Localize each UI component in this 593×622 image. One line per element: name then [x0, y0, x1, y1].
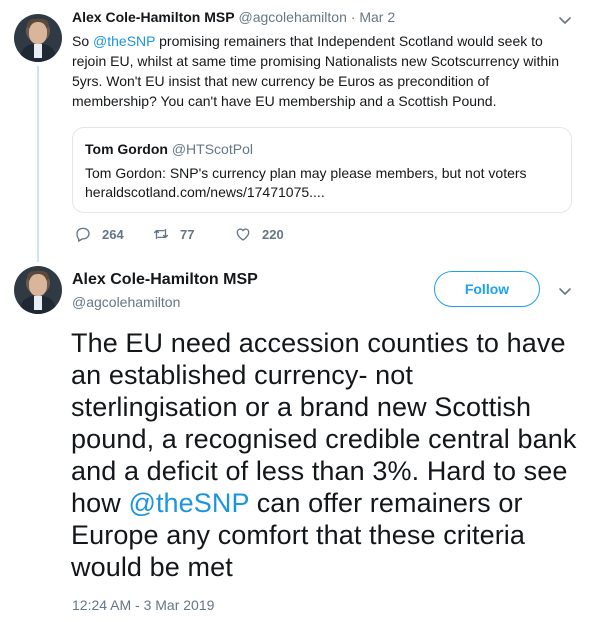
author-handle[interactable]: @agcolehamilton: [238, 9, 346, 25]
reply-count: 264: [102, 226, 124, 242]
reply-icon: [74, 225, 92, 243]
retweet-icon: [152, 225, 170, 243]
mention-link[interactable]: @theSNP: [93, 33, 155, 49]
tweet-text: So @theSNP promising remainers that Inde…: [72, 31, 572, 111]
avatar[interactable]: [14, 14, 62, 62]
retweet-count: 77: [180, 226, 195, 242]
tweet-header: Alex Cole-Hamilton MSP @agcolehamilton ·…: [72, 9, 395, 25]
chevron-down-icon[interactable]: [557, 283, 573, 299]
quoted-author-name: Tom Gordon: [85, 141, 168, 157]
separator: ·: [350, 9, 356, 25]
author-name[interactable]: Alex Cole-Hamilton MSP: [72, 271, 258, 289]
like-count: 220: [262, 226, 284, 242]
author-name[interactable]: Alex Cole-Hamilton MSP: [72, 9, 235, 25]
follow-button[interactable]: Follow: [434, 271, 540, 307]
like-icon: [234, 225, 252, 243]
thread-connector: [37, 66, 39, 262]
quoted-author-handle: @HTScotPol: [171, 141, 253, 157]
author-handle[interactable]: @agcolehamilton: [72, 294, 180, 310]
tweet-date[interactable]: Mar 2: [359, 9, 395, 25]
avatar[interactable]: [14, 266, 62, 314]
tweet-text-part: So: [72, 33, 94, 49]
quoted-text: Tom Gordon: SNP's currency plan may plea…: [85, 165, 527, 181]
quoted-header: Tom Gordon @HTScotPol: [85, 141, 253, 157]
quoted-tweet-card[interactable]: Tom Gordon @HTScotPol Tom Gordon: SNP's …: [72, 127, 572, 213]
mention-link[interactable]: @theSNP: [128, 488, 249, 518]
chevron-down-icon[interactable]: [557, 12, 573, 28]
tweet-text: The EU need accession counties to have a…: [71, 327, 586, 583]
quoted-link[interactable]: heraldscotland.com/news/17471075....: [85, 184, 325, 200]
retweet-button[interactable]: 77: [152, 225, 194, 243]
like-button[interactable]: 220: [234, 225, 284, 243]
reply-button[interactable]: 264: [74, 225, 124, 243]
tweet-timestamp[interactable]: 12:24 AM - 3 Mar 2019: [72, 597, 214, 613]
